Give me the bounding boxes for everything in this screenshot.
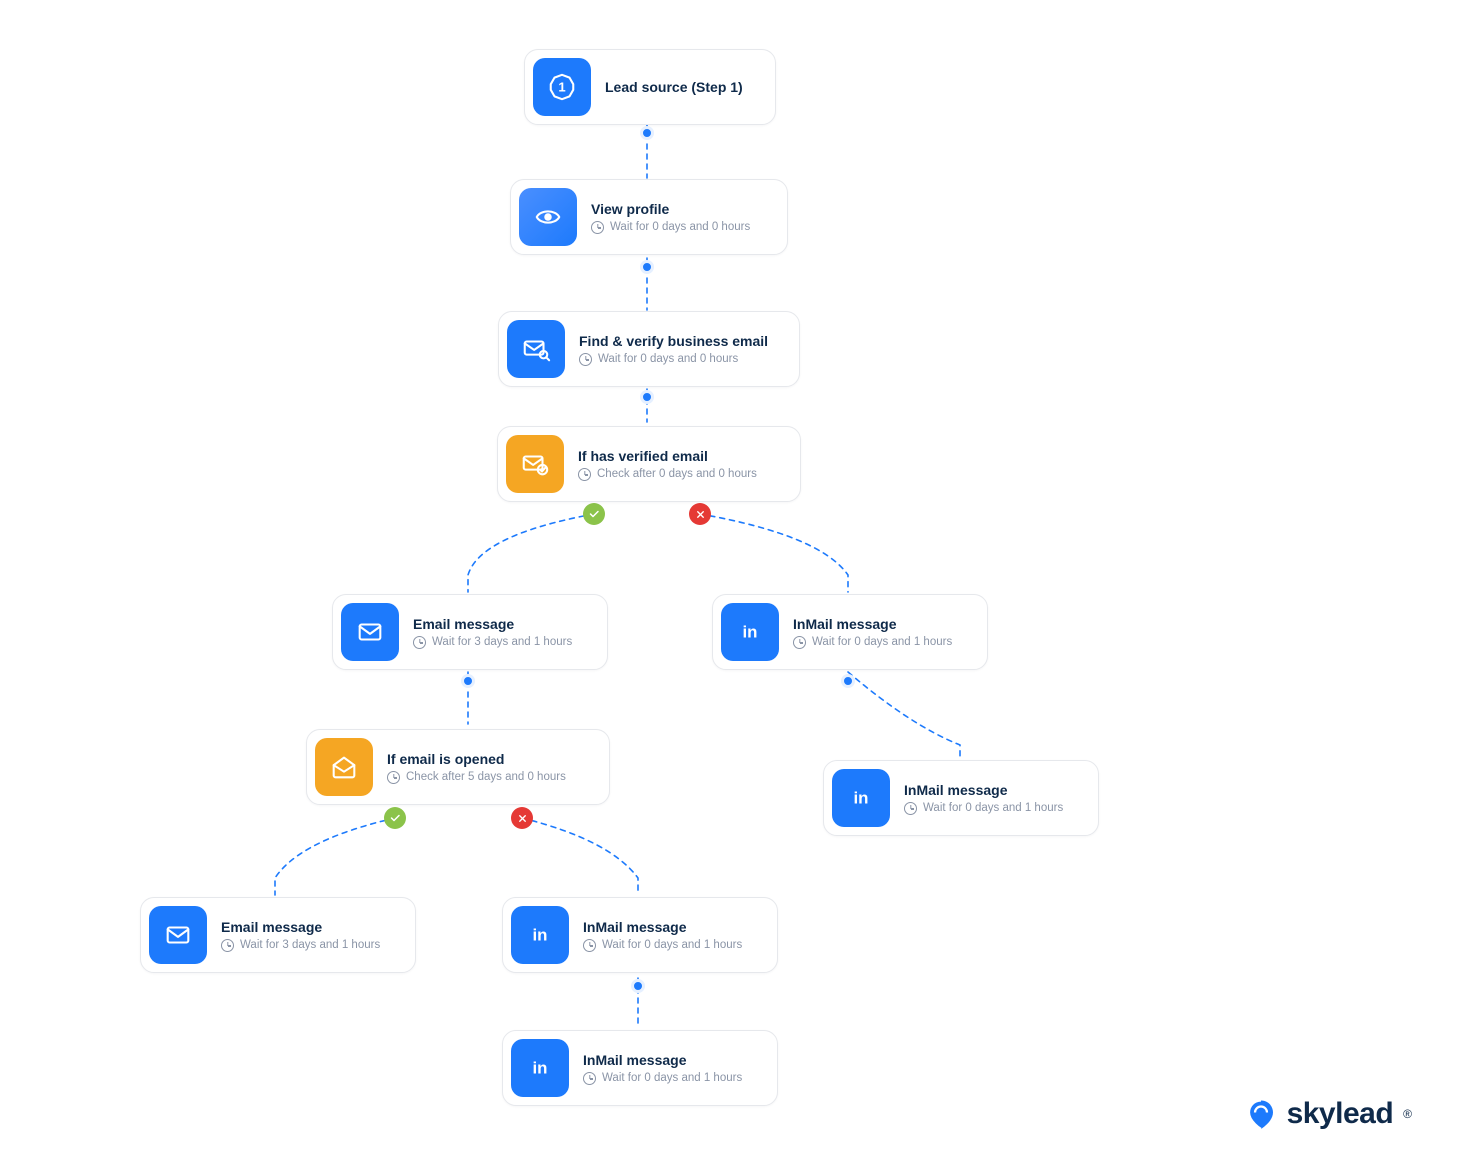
clock-icon [583, 1072, 596, 1085]
linkedin-icon: in [832, 769, 890, 827]
node-subtitle: Wait for 0 days and 1 hours [812, 636, 952, 648]
node-inmail-message[interactable]: in InMail message Wait for 0 days and 1 … [823, 760, 1099, 836]
clock-icon [221, 939, 234, 952]
linkedin-icon: in [721, 603, 779, 661]
node-subtitle: Wait for 0 days and 1 hours [602, 939, 742, 951]
add-step-dot[interactable] [461, 674, 475, 688]
branch-no-icon [689, 503, 711, 525]
add-step-dot[interactable] [841, 674, 855, 688]
node-title: Email message [221, 919, 380, 935]
add-step-dot[interactable] [640, 260, 654, 274]
node-title: View profile [591, 201, 750, 217]
badge-step1-icon: 1 [533, 58, 591, 116]
brand-logo: skylead ® [1243, 1096, 1412, 1132]
svg-text:1: 1 [558, 80, 565, 95]
node-subtitle: Wait for 0 days and 0 hours [610, 221, 750, 233]
svg-text:in: in [533, 926, 548, 945]
clock-icon [579, 353, 592, 366]
node-title: InMail message [583, 1052, 742, 1068]
clock-icon [591, 221, 604, 234]
node-subtitle: Wait for 3 days and 1 hours [240, 939, 380, 951]
node-subtitle: Check after 0 days and 0 hours [597, 468, 757, 480]
node-title: If email is opened [387, 751, 566, 767]
connectors [0, 0, 1472, 1167]
mail-check-icon [506, 435, 564, 493]
node-title: InMail message [904, 782, 1063, 798]
node-subtitle: Wait for 0 days and 1 hours [923, 802, 1063, 814]
branch-no-icon [511, 807, 533, 829]
node-find-verify-email[interactable]: Find & verify business email Wait for 0 … [498, 311, 800, 387]
flow-canvas: 1 Lead source (Step 1) View profile Wait… [0, 0, 1472, 1167]
mail-icon [341, 603, 399, 661]
node-title: InMail message [583, 919, 742, 935]
node-inmail-message[interactable]: in InMail message Wait for 0 days and 1 … [502, 1030, 778, 1106]
clock-icon [904, 802, 917, 815]
node-title: If has verified email [578, 448, 757, 464]
mail-search-icon [507, 320, 565, 378]
svg-text:in: in [533, 1059, 548, 1078]
svg-text:in: in [854, 789, 869, 808]
mail-open-icon [315, 738, 373, 796]
branch-yes-icon [384, 807, 406, 829]
node-email-message[interactable]: Email message Wait for 3 days and 1 hour… [332, 594, 608, 670]
node-title: Email message [413, 616, 572, 632]
clock-icon [583, 939, 596, 952]
node-email-message[interactable]: Email message Wait for 3 days and 1 hour… [140, 897, 416, 973]
node-title: InMail message [793, 616, 952, 632]
clock-icon [793, 636, 806, 649]
node-inmail-message[interactable]: in InMail message Wait for 0 days and 1 … [712, 594, 988, 670]
add-step-dot[interactable] [631, 979, 645, 993]
brand-name: skylead [1287, 1097, 1394, 1131]
clock-icon [387, 771, 400, 784]
add-step-dot[interactable] [640, 126, 654, 140]
node-view-profile[interactable]: View profile Wait for 0 days and 0 hours [510, 179, 788, 255]
node-title: Lead source (Step 1) [605, 79, 755, 95]
eye-icon [519, 188, 577, 246]
node-subtitle: Wait for 0 days and 1 hours [602, 1072, 742, 1084]
node-if-email-opened[interactable]: If email is opened Check after 5 days an… [306, 729, 610, 805]
linkedin-icon: in [511, 1039, 569, 1097]
node-title: Find & verify business email [579, 333, 768, 349]
node-subtitle: Check after 5 days and 0 hours [406, 771, 566, 783]
node-inmail-message[interactable]: in InMail message Wait for 0 days and 1 … [502, 897, 778, 973]
branch-yes-icon [583, 503, 605, 525]
node-subtitle: Wait for 0 days and 0 hours [598, 353, 738, 365]
mail-icon [149, 906, 207, 964]
brand-mark-icon [1243, 1096, 1279, 1132]
registered-mark: ® [1403, 1107, 1412, 1121]
node-if-verified-email[interactable]: If has verified email Check after 0 days… [497, 426, 801, 502]
svg-text:in: in [743, 623, 758, 642]
linkedin-icon: in [511, 906, 569, 964]
node-subtitle: Wait for 3 days and 1 hours [432, 636, 572, 648]
node-lead-source[interactable]: 1 Lead source (Step 1) [524, 49, 776, 125]
clock-icon [413, 636, 426, 649]
add-step-dot[interactable] [640, 390, 654, 404]
clock-icon [578, 468, 591, 481]
